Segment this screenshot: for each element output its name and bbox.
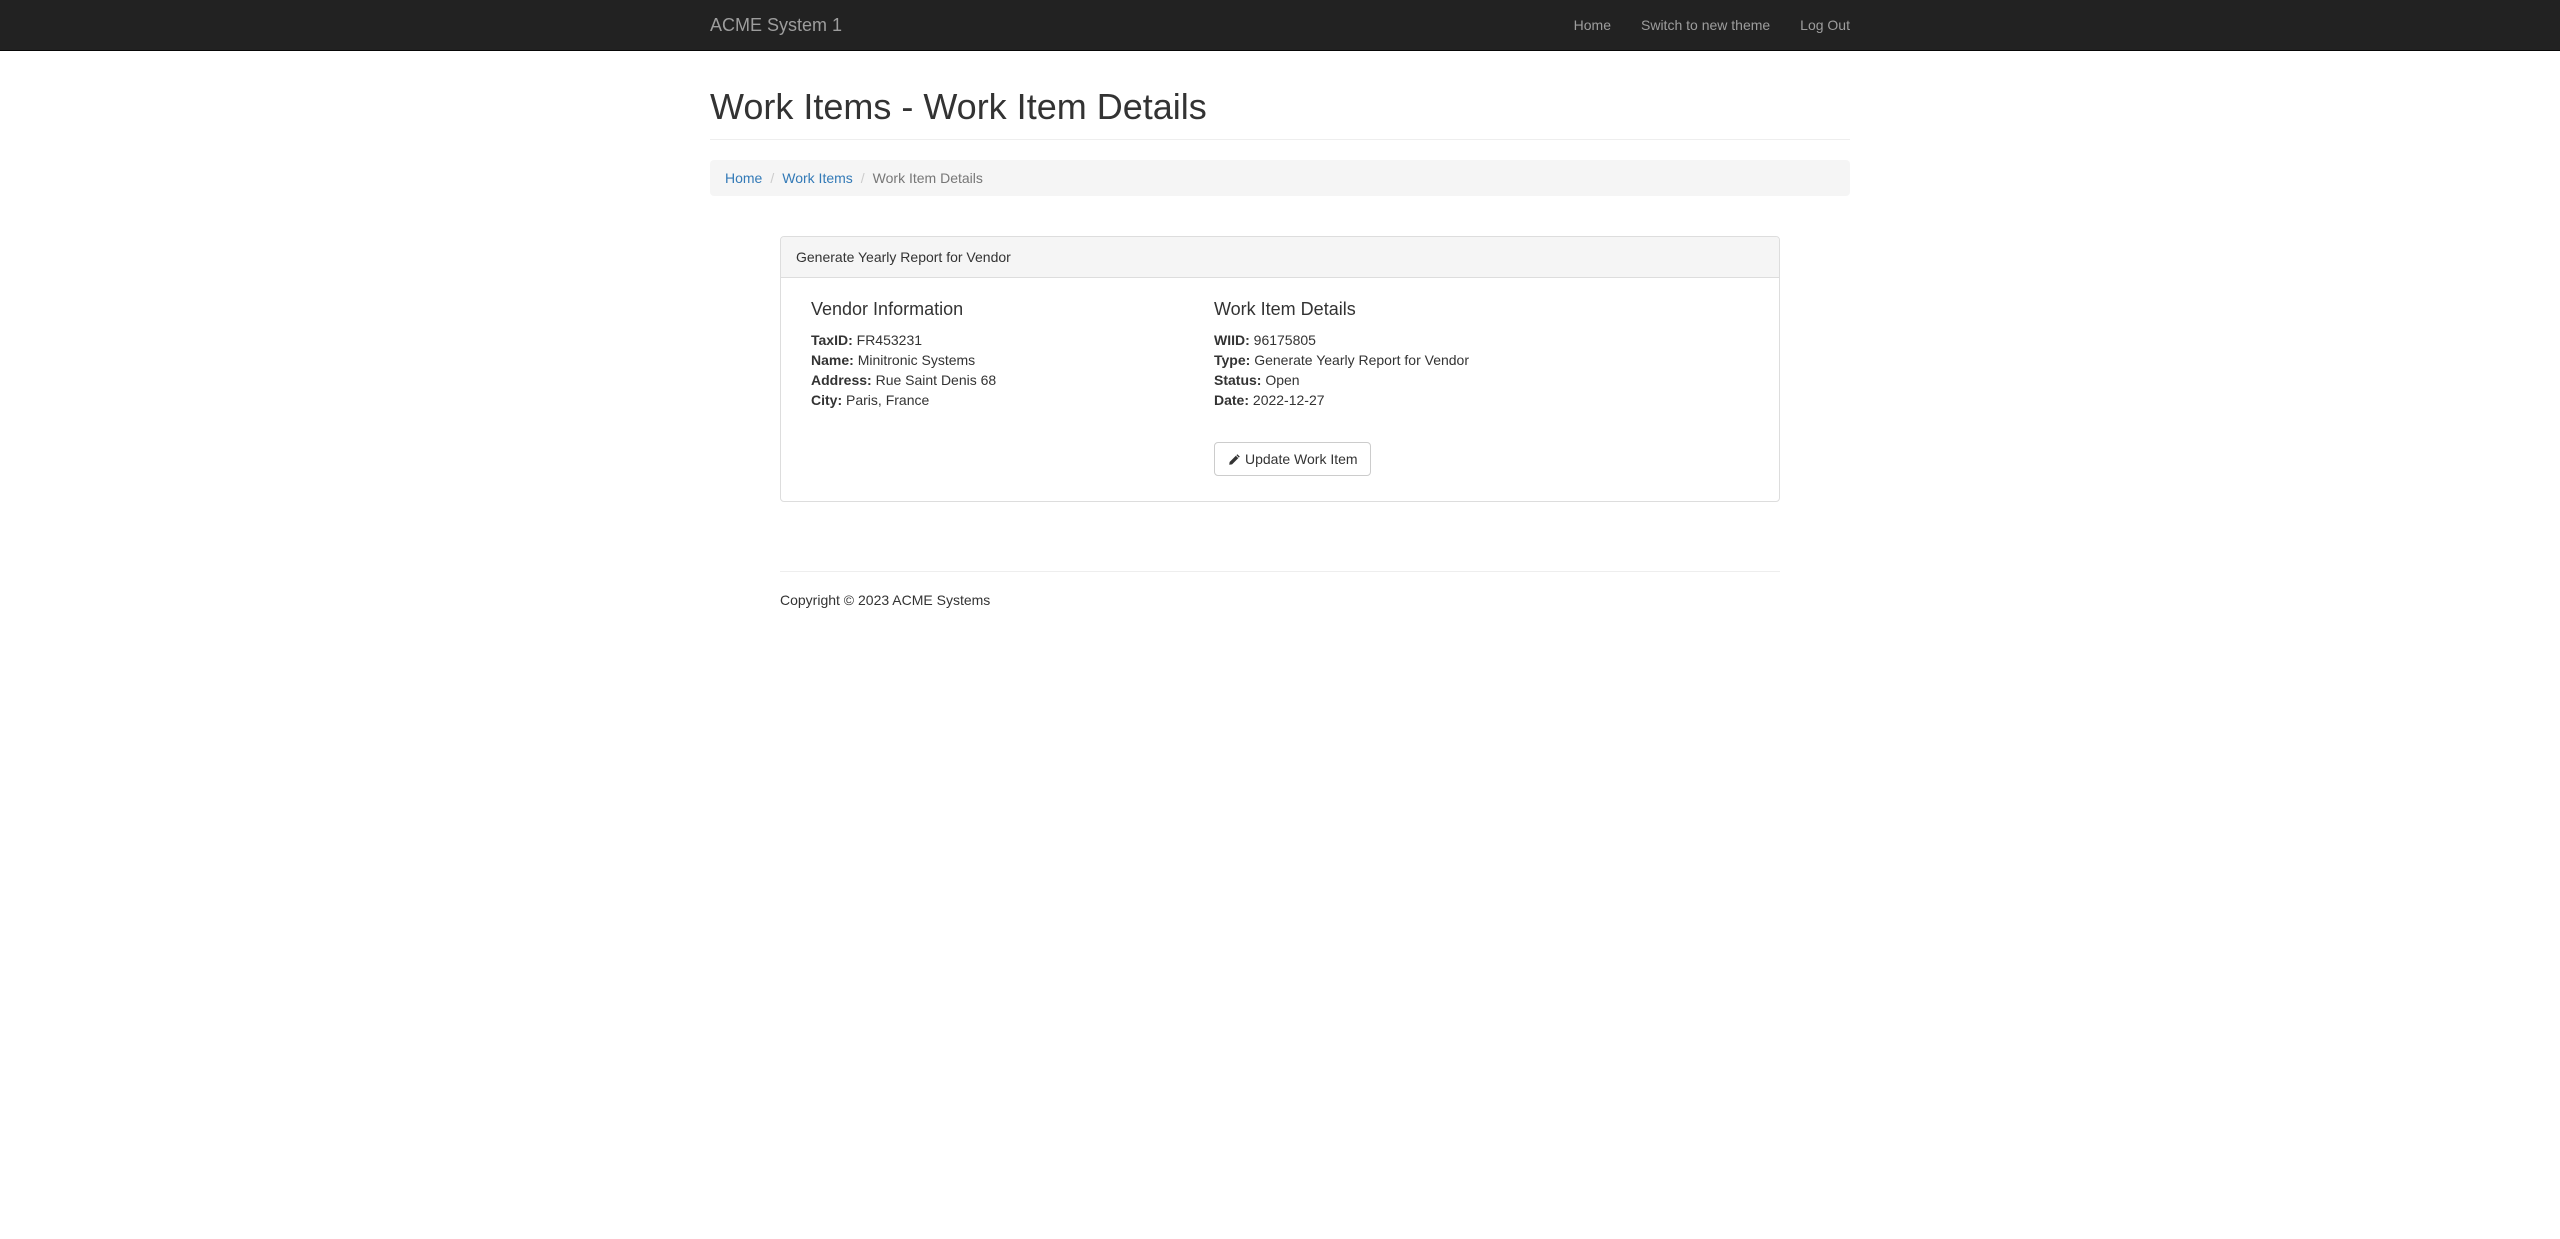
breadcrumb-home-link[interactable]: Home (725, 170, 762, 186)
breadcrumb-separator: / (860, 170, 865, 186)
work-item-panel: Generate Yearly Report for Vendor Vendor… (780, 236, 1780, 502)
page-title: Work Items - Work Item Details (710, 86, 1207, 127)
brand-link[interactable]: ACME System 1 (710, 0, 842, 50)
field-label: Address: (811, 372, 872, 388)
field-label: Status: (1214, 372, 1262, 388)
field-value: Minitronic Systems (857, 352, 976, 368)
field-label: Type: (1214, 352, 1251, 368)
breadcrumb-separator: / (770, 170, 775, 186)
work-item-details-section: Work Item Details WIID: 96175805 Type: G… (1214, 298, 1714, 410)
vendor-city-field: City: Paris, France (811, 390, 1191, 410)
field-label: City: (811, 392, 843, 408)
field-value: Paris, France (846, 392, 930, 408)
vendor-address-field: Address: Rue Saint Denis 68 (811, 370, 1191, 390)
vendor-taxid-field: TaxID: FR453231 (811, 330, 1191, 350)
nav-home-link[interactable]: Home (1574, 0, 1611, 50)
nav-logout-link[interactable]: Log Out (1800, 0, 1850, 50)
field-value: Open (1265, 372, 1300, 388)
nav-switch-theme-link[interactable]: Switch to new theme (1641, 0, 1770, 50)
field-value: FR453231 (856, 332, 923, 348)
field-value: Generate Yearly Report for Vendor (1254, 352, 1470, 368)
update-work-item-label: Update Work Item (1245, 451, 1358, 467)
work-item-type-field: Type: Generate Yearly Report for Vendor (1214, 350, 1714, 370)
work-item-date-field: Date: 2022-12-27 (1214, 390, 1714, 410)
panel-heading: Generate Yearly Report for Vendor (781, 237, 1779, 278)
field-label: WIID: (1214, 332, 1250, 348)
field-label: Date: (1214, 392, 1250, 408)
field-value: 96175805 (1253, 332, 1316, 348)
footer-copyright: Copyright © 2023 ACME Systems (780, 592, 991, 608)
nav-links: Home Switch to new theme Log Out (1544, 0, 1850, 50)
work-item-details-title: Work Item Details (1214, 299, 1356, 319)
top-navbar: ACME System 1 Home Switch to new theme L… (0, 0, 2560, 51)
field-label: Name: (811, 352, 854, 368)
footer: Copyright © 2023 ACME Systems (780, 571, 1780, 608)
work-item-wiid-field: WIID: 96175805 (1214, 330, 1714, 350)
page-header: Work Items - Work Item Details (710, 50, 1850, 140)
work-item-status-field: Status: Open (1214, 370, 1714, 390)
update-work-item-button[interactable]: Update Work Item (1214, 442, 1371, 476)
field-value: Rue Saint Denis 68 (875, 372, 997, 388)
field-label: TaxID: (811, 332, 853, 348)
vendor-name-field: Name: Minitronic Systems (811, 350, 1191, 370)
breadcrumb: Home / Work Items / Work Item Details (710, 160, 1850, 196)
vendor-info-section: Vendor Information TaxID: FR453231 Name:… (811, 298, 1191, 410)
field-value: 2022-12-27 (1252, 392, 1325, 408)
breadcrumb-work-items-link[interactable]: Work Items (782, 170, 853, 186)
vendor-info-title: Vendor Information (811, 299, 964, 319)
pencil-icon (1227, 452, 1241, 466)
breadcrumb-current: Work Item Details (872, 170, 983, 186)
